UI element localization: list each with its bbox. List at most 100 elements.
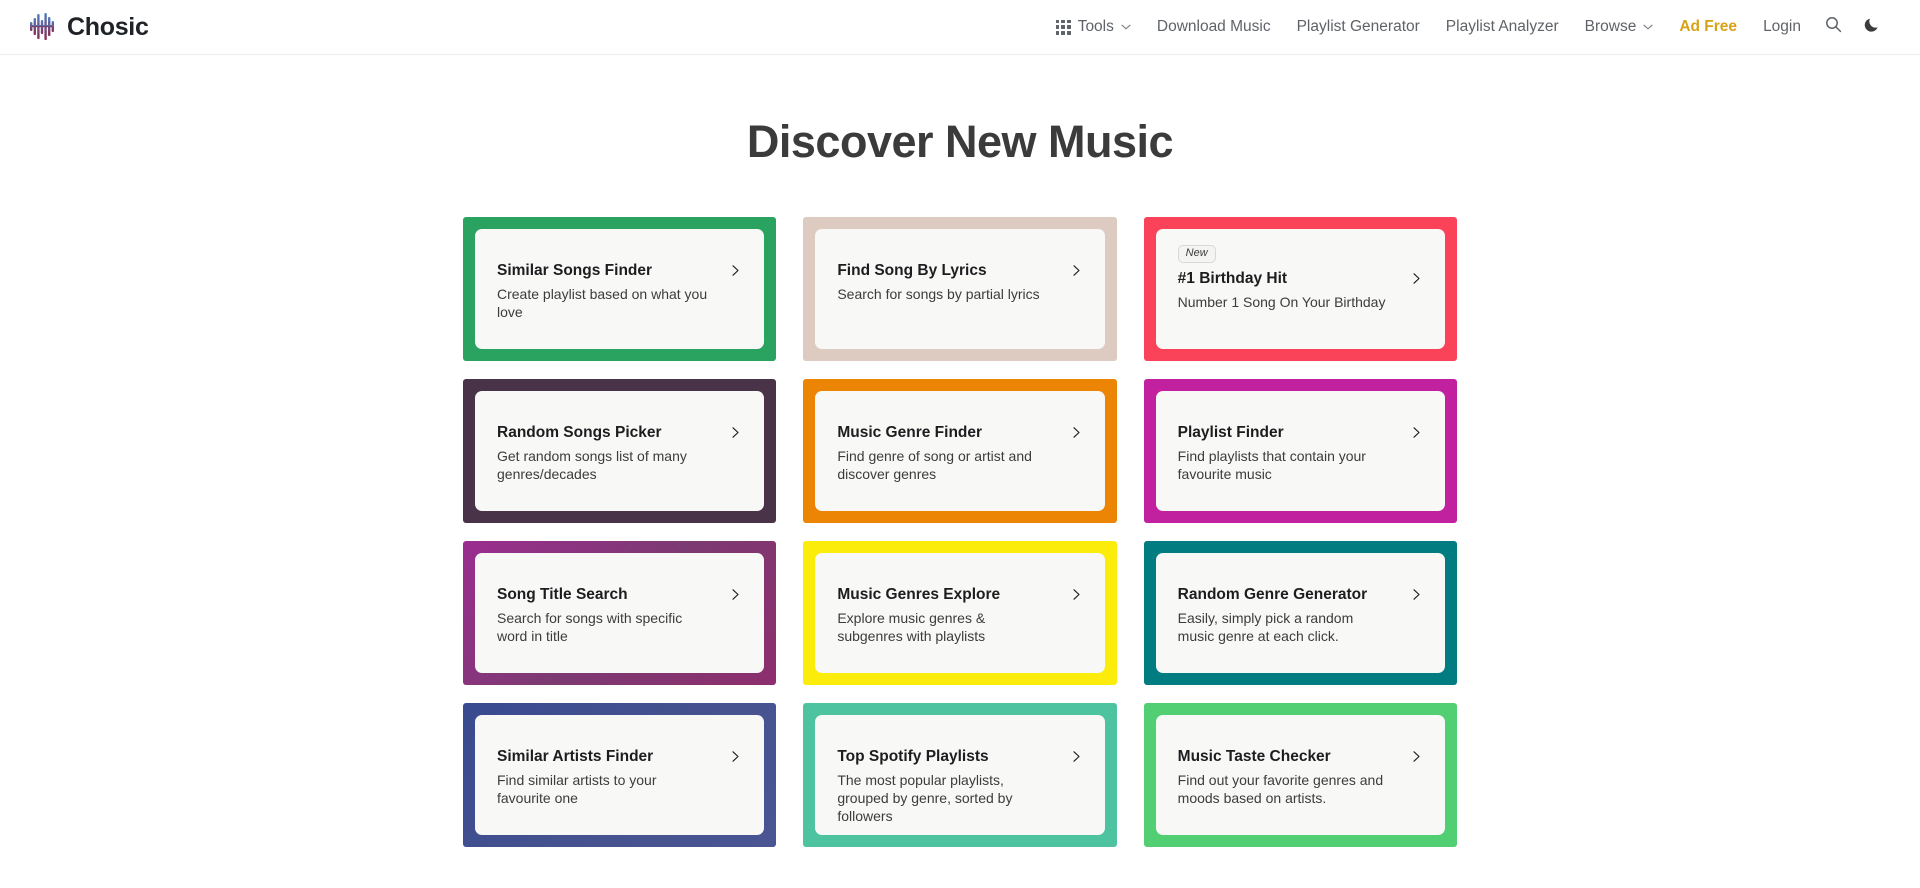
search-button[interactable] (1814, 0, 1853, 54)
tool-card-description: Explore music genres & subgenres with pl… (837, 609, 986, 644)
tool-card-inner: Random Songs Picker Get random songs list… (475, 390, 765, 511)
brand-logo-link[interactable]: Chosic (30, 12, 149, 42)
chevron-right-icon (1410, 426, 1423, 439)
chevron-right-icon (1070, 750, 1083, 763)
new-badge: New (1177, 244, 1216, 263)
tool-card-description: Find out your favorite genres and moods … (1177, 771, 1384, 806)
tool-card-description: Find genre of song or artist and discove… (837, 447, 1032, 482)
nav-label-tools: Tools (1077, 18, 1114, 35)
tool-card-inner: Similar Songs Finder Create playlist base… (475, 228, 765, 349)
chevron-down-icon (1121, 22, 1131, 32)
search-icon (1825, 16, 1842, 38)
tool-card-inner: Find Song By Lyrics Search for songs by p… (815, 228, 1105, 349)
nav-label-download-music: Download Music (1156, 18, 1271, 35)
tool-card-description: Create playlist based on what you love (497, 285, 708, 320)
tool-card-title: Music Genre Finder (837, 423, 983, 441)
tool-card-title: Similar Artists Finder (497, 747, 654, 765)
tool-card-inner: New #1 Birthday Hit Number 1 Song On Your … (1155, 228, 1445, 349)
tool-card-playlist-finder[interactable]: Playlist Finder Find playlists that conta… (1143, 378, 1457, 523)
nav-item-playlist-generator[interactable]: Playlist Generator (1284, 0, 1433, 54)
nav-label-ad-free: Ad Free (1679, 18, 1738, 35)
chevron-right-icon (1070, 264, 1083, 277)
brand-name: Chosic (67, 12, 149, 41)
tool-card-music-genres-explore[interactable]: Music Genres Explore Explore music genres… (803, 540, 1117, 685)
tool-card-title: #1 Birthday Hit (1177, 269, 1288, 287)
nav-item-login[interactable]: Login (1750, 0, 1814, 54)
tool-card-title: Similar Songs Finder (497, 261, 653, 279)
tool-card-similar-songs-finder[interactable]: Similar Songs Finder Create playlist base… (463, 216, 777, 361)
chevron-right-icon (1410, 272, 1423, 285)
nav-label-playlist-generator: Playlist Generator (1296, 18, 1420, 35)
nav-item-tools[interactable]: Tools (1043, 0, 1144, 54)
grid-icon (1055, 19, 1071, 35)
moon-icon (1864, 16, 1881, 38)
tool-card-title: Random Genre Generator (1177, 585, 1368, 603)
tool-card-description: The most popular playlists, grouped by g… (837, 771, 1013, 824)
tool-card-title: Random Songs Picker (497, 423, 662, 441)
chevron-right-icon (1410, 750, 1423, 763)
nav-item-ad-free[interactable]: Ad Free (1666, 0, 1750, 54)
tool-card-inner: Random Genre Generator Easily, simply pic… (1155, 552, 1445, 673)
tool-card-random-genre-generator[interactable]: Random Genre Generator Easily, simply pic… (1143, 540, 1457, 685)
equalizer-bars-logo-icon (30, 12, 57, 42)
tool-card-header: Music Genre Finder (837, 423, 1082, 442)
chevron-right-icon (729, 588, 742, 601)
tool-card-inner: Song Title Search Search for songs with s… (475, 552, 765, 673)
tool-card-description: Easily, simply pick a random music genre… (1177, 609, 1354, 644)
chevron-right-icon (1410, 588, 1423, 601)
page-title: Discover New Music (746, 116, 1174, 167)
nav-item-download-music[interactable]: Download Music (1144, 0, 1284, 54)
tool-card-description: Search for songs with specific word in t… (497, 609, 683, 644)
tool-card-header: Playlist Finder (1178, 423, 1423, 442)
tool-card-header: Random Genre Generator (1178, 585, 1423, 604)
tool-card-description: Find playlists that contain your favouri… (1177, 447, 1366, 482)
tool-card-header: Find Song By Lyrics (837, 261, 1082, 280)
tool-card-header: Music Genres Explore (837, 585, 1082, 604)
main-navigation: Tools Download Music Playlist Generator … (1043, 0, 1892, 54)
tool-card-similar-artists-finder[interactable]: Similar Artists Finder Find similar artis… (463, 702, 777, 847)
tool-card-header: Music Taste Checker (1178, 747, 1423, 766)
chevron-right-icon (729, 264, 742, 277)
tool-card-find-song-by-lyrics[interactable]: Find Song By Lyrics Search for songs by p… (803, 216, 1117, 361)
tool-card-inner: Music Genre Finder Find genre of song or … (815, 390, 1105, 511)
tool-card-song-title-search[interactable]: Song Title Search Search for songs with s… (463, 540, 777, 685)
tool-card-title: Music Genres Explore (837, 585, 1001, 603)
page-main: Discover New Music Similar Songs Finder C… (0, 55, 1920, 847)
tool-card-description: Search for songs by partial lyrics (837, 285, 1040, 302)
nav-item-playlist-analyzer[interactable]: Playlist Analyzer (1433, 0, 1572, 54)
tool-card-top-spotify-playlists[interactable]: Top Spotify Playlists The most popular pl… (803, 702, 1117, 847)
nav-item-browse[interactable]: Browse (1572, 0, 1667, 54)
tool-card-inner: Music Genres Explore Explore music genres… (815, 552, 1105, 673)
tool-card-title: Song Title Search (497, 585, 628, 603)
tool-card-header: Top Spotify Playlists (837, 747, 1082, 766)
tool-card-description: Find similar artists to your favourite o… (497, 771, 657, 806)
tool-card-header: Song Title Search (497, 585, 742, 604)
chevron-right-icon (729, 750, 742, 763)
tool-card-inner: Music Taste Checker Find out your favorit… (1155, 714, 1445, 835)
tool-card-header: Similar Songs Finder (497, 261, 742, 280)
tool-card-title: Top Spotify Playlists (837, 747, 989, 765)
tool-card-random-songs-picker[interactable]: Random Songs Picker Get random songs list… (463, 378, 777, 523)
tool-card-number-1-birthday-hit[interactable]: New #1 Birthday Hit Number 1 Song On Your … (1143, 216, 1457, 361)
site-header: Chosic Tools Download Music Playlist Gen… (0, 0, 1920, 55)
chevron-right-icon (1070, 426, 1083, 439)
tool-card-header: Random Songs Picker (497, 423, 742, 442)
nav-label-login: Login (1763, 18, 1801, 35)
tool-card-inner: Similar Artists Finder Find similar artis… (475, 714, 765, 835)
dark-mode-toggle[interactable] (1853, 0, 1892, 54)
tool-card-inner: Top Spotify Playlists The most popular pl… (815, 714, 1105, 835)
chevron-right-icon (1070, 588, 1083, 601)
tool-card-music-genre-finder[interactable]: Music Genre Finder Find genre of song or … (803, 378, 1117, 523)
chevron-down-icon (1643, 22, 1653, 32)
chevron-right-icon (729, 426, 742, 439)
nav-label-browse: Browse (1584, 18, 1637, 35)
tool-card-title: Music Taste Checker (1177, 747, 1331, 765)
tool-card-music-taste-checker[interactable]: Music Taste Checker Find out your favorit… (1143, 702, 1457, 847)
tool-card-inner: Playlist Finder Find playlists that conta… (1155, 390, 1445, 511)
tool-card-grid: Similar Songs Finder Create playlist base… (463, 167, 1457, 847)
tool-card-header: #1 Birthday Hit (1178, 269, 1423, 288)
tool-card-description: Number 1 Song On Your Birthday (1177, 293, 1386, 310)
nav-label-playlist-analyzer: Playlist Analyzer (1445, 18, 1559, 35)
tool-card-title: Find Song By Lyrics (837, 261, 987, 279)
tool-card-header: Similar Artists Finder (497, 747, 742, 766)
